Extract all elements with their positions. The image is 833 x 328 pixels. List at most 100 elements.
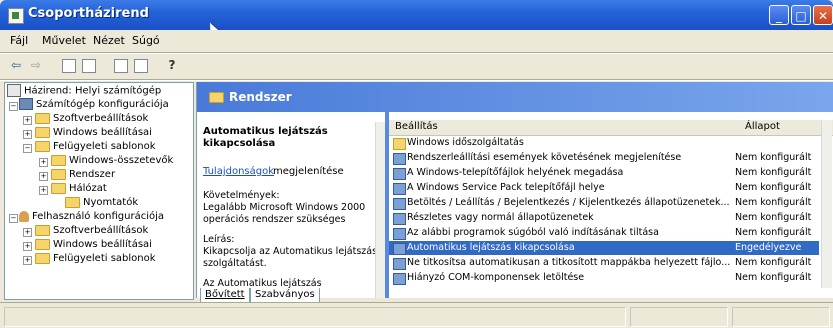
expand-icon[interactable]: + bbox=[23, 228, 32, 237]
minimize-button[interactable]: _ bbox=[769, 5, 789, 25]
setting-title: Automatikus lejátszás kikapcsolása bbox=[203, 126, 328, 149]
computer-icon bbox=[19, 98, 33, 110]
tree-pane: Házirend: Helyi számítógép − Számítógép … bbox=[4, 82, 194, 300]
tree-admin-templates[interactable]: Felügyeleti sablonok bbox=[35, 140, 156, 154]
maximize-button[interactable]: □ bbox=[791, 5, 811, 25]
help-icon[interactable]: ? bbox=[164, 57, 180, 73]
user-icon bbox=[19, 210, 29, 222]
menu-help[interactable]: Súgó bbox=[132, 34, 160, 47]
setting-icon bbox=[393, 243, 406, 255]
expand-icon[interactable]: + bbox=[23, 256, 32, 265]
tree-user-software[interactable]: Szoftverbeállítások bbox=[35, 224, 148, 238]
settings-list: Beállítás Állapot Windows időszolgáltatá… bbox=[389, 112, 833, 298]
folder-icon bbox=[35, 224, 50, 236]
list-item[interactable]: Részletes vagy normál állapotüzenetek Nem… bbox=[389, 211, 819, 225]
list-item[interactable]: Ne titkosítsa automatikusan a titkosítot… bbox=[389, 256, 819, 270]
tab-standard[interactable]: Szabványos bbox=[250, 288, 320, 303]
properties-icon[interactable] bbox=[114, 59, 128, 73]
setting-icon bbox=[393, 153, 406, 165]
expand-icon[interactable]: + bbox=[39, 186, 48, 195]
description-panel: Automatikus lejátszás kikapcsolása Tulaj… bbox=[197, 112, 385, 298]
setting-icon bbox=[393, 273, 406, 285]
expand-icon[interactable]: + bbox=[23, 116, 32, 125]
pane-title: Rendszer bbox=[229, 90, 292, 104]
list-item[interactable]: Rendszerleállítási események követésének… bbox=[389, 151, 819, 165]
requirements-text: Legalább Microsoft Windows 2000 operáció… bbox=[203, 202, 366, 225]
setting-icon bbox=[393, 258, 406, 270]
menu-view[interactable]: Nézet bbox=[93, 34, 125, 47]
show-tree-icon[interactable] bbox=[82, 59, 96, 73]
setting-icon bbox=[393, 198, 406, 210]
policy-icon bbox=[7, 84, 21, 97]
tree-user-config[interactable]: Felhasználó konfigurációja bbox=[19, 210, 164, 224]
requirements-label: Követelmények: bbox=[203, 190, 280, 201]
title-bar[interactable]: Csoportházirend _ □ ✕ bbox=[0, 0, 833, 30]
status-cell-main bbox=[4, 307, 626, 327]
tree-printers[interactable]: Nyomtatók bbox=[65, 196, 138, 210]
back-arrow-icon[interactable]: ⇦ bbox=[8, 57, 24, 73]
expand-icon[interactable]: + bbox=[39, 158, 48, 167]
tree-user-admin[interactable]: Felügyeleti sablonok bbox=[35, 252, 156, 266]
column-setting[interactable]: Beállítás bbox=[395, 121, 438, 132]
folder-open-icon bbox=[209, 92, 224, 103]
tree-windows-components[interactable]: Windows-összetevők bbox=[51, 154, 173, 168]
tree-network[interactable]: Hálózat bbox=[51, 182, 107, 196]
collapse-icon[interactable]: − bbox=[9, 214, 18, 223]
details-pane: Rendszer Automatikus lejátszás kikapcsol… bbox=[196, 82, 833, 298]
folder-open-icon bbox=[35, 140, 50, 152]
collapse-icon[interactable]: − bbox=[9, 102, 18, 111]
list-item-selected[interactable]: Automatikus lejátszás kikapcsolása Engedé… bbox=[389, 241, 819, 255]
tree-user-windows[interactable]: Windows beállításai bbox=[35, 238, 152, 252]
list-item[interactable]: A Windows Service Pack telepítőfájl hely… bbox=[389, 181, 819, 195]
tree-software-settings[interactable]: Szoftverbeállítások bbox=[35, 112, 148, 126]
setting-icon bbox=[393, 213, 406, 225]
window-title: Csoportházirend bbox=[28, 6, 149, 21]
up-folder-icon[interactable] bbox=[62, 59, 76, 73]
folder-icon bbox=[35, 252, 50, 264]
list-scrollbar[interactable] bbox=[821, 120, 832, 288]
tree-system[interactable]: Rendszer bbox=[51, 168, 116, 182]
tab-extended[interactable]: Bővített bbox=[200, 288, 250, 303]
list-item[interactable]: Az alábbi programok súgóból való indítás… bbox=[389, 226, 819, 240]
tree-root[interactable]: Házirend: Helyi számítógép bbox=[7, 84, 161, 98]
list-item[interactable]: Betöltés / Leállítás / Bejelentkezés / K… bbox=[389, 196, 819, 210]
properties-link[interactable]: Tulajdonságok bbox=[203, 166, 274, 177]
column-state[interactable]: Állapot bbox=[745, 121, 780, 132]
close-button[interactable]: ✕ bbox=[813, 5, 833, 25]
setting-icon bbox=[393, 183, 406, 195]
folder-icon bbox=[35, 112, 50, 124]
setting-icon bbox=[393, 228, 406, 240]
folder-icon bbox=[51, 182, 66, 194]
pane-header: Rendszer bbox=[197, 82, 833, 112]
folder-icon bbox=[51, 154, 66, 166]
properties-link-suffix: megjelenítése bbox=[273, 166, 344, 177]
app-icon[interactable] bbox=[8, 8, 24, 24]
expand-icon[interactable]: + bbox=[23, 130, 32, 139]
application-window: Csoportházirend _ □ ✕ Fájl Művelet Nézet… bbox=[0, 0, 833, 328]
menu-file[interactable]: Fájl bbox=[10, 34, 28, 47]
list-item[interactable]: Hiányzó COM-komponensek letöltése Nem kon… bbox=[389, 271, 819, 285]
status-bar bbox=[0, 302, 833, 328]
folder-icon bbox=[35, 238, 50, 250]
menu-action[interactable]: Művelet bbox=[42, 34, 86, 47]
toolbar: ⇦ ⇨ ? bbox=[0, 53, 833, 79]
expand-icon[interactable]: + bbox=[39, 172, 48, 181]
tree-windows-settings[interactable]: Windows beállításai bbox=[35, 126, 152, 140]
setting-icon bbox=[393, 168, 406, 180]
list-item[interactable]: A Windows-telepítőfájlok helyének megadá… bbox=[389, 166, 819, 180]
list-item[interactable]: Windows időszolgáltatás bbox=[389, 136, 819, 150]
tree-computer-config[interactable]: Számítógép konfigurációja bbox=[19, 98, 169, 112]
toolbar-separator bbox=[0, 79, 833, 81]
folder-icon bbox=[393, 138, 406, 150]
status-cell-2 bbox=[630, 307, 728, 327]
export-list-icon[interactable] bbox=[134, 59, 148, 73]
description-scrollbar[interactable] bbox=[375, 122, 385, 298]
collapse-icon[interactable]: − bbox=[23, 144, 32, 153]
folder-icon bbox=[35, 126, 50, 138]
forward-arrow-icon[interactable]: ⇨ bbox=[28, 57, 44, 73]
description-label: Leírás: bbox=[203, 234, 235, 245]
status-cell-3 bbox=[732, 307, 830, 327]
list-header: Beállítás Állapot bbox=[389, 120, 833, 136]
expand-icon[interactable]: + bbox=[23, 242, 32, 251]
menu-bar: Fájl Művelet Nézet Súgó bbox=[0, 30, 833, 52]
